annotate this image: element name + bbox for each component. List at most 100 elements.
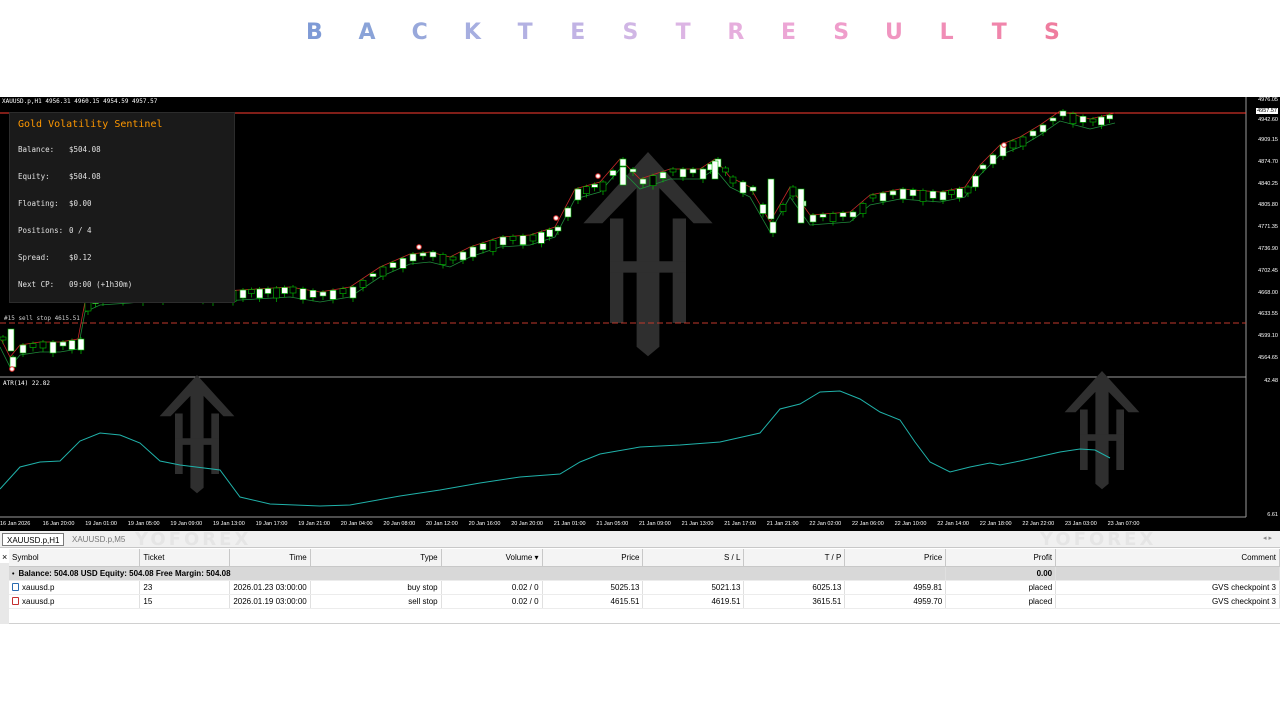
- candle-body: [789, 186, 797, 197]
- candle-body: [419, 252, 427, 257]
- panel-row-spread: Spread: $0.12: [18, 253, 92, 262]
- column-header-sl[interactable]: S / L: [642, 549, 745, 567]
- candle-body: [819, 213, 827, 218]
- candle-body: [339, 288, 347, 294]
- price-tick-label: 4840.25: [1258, 180, 1278, 187]
- candle-body: [767, 178, 775, 220]
- candle-body: [689, 168, 697, 174]
- candle-body: [264, 288, 272, 294]
- candle-body: [869, 194, 877, 199]
- candle-body: [1039, 124, 1047, 133]
- column-header-ticket[interactable]: Ticket: [139, 549, 231, 567]
- column-header-time[interactable]: Time: [229, 549, 311, 567]
- candle-body: [599, 181, 607, 192]
- time-tick-label: 23 Jan 03:00: [1065, 521, 1097, 527]
- candle-body: [939, 191, 947, 201]
- order-ticket: 15: [139, 594, 231, 609]
- candle-body: [309, 290, 317, 298]
- candle-body: [591, 184, 598, 188]
- column-header-price[interactable]: Price: [542, 549, 644, 567]
- time-tick-label: 21 Jan 17:00: [724, 521, 756, 527]
- panel-row-floating: Floating: $0.00: [18, 199, 92, 208]
- candle-body: [554, 226, 562, 232]
- column-header-current-price[interactable]: Price: [844, 549, 947, 567]
- banner-letter: C: [411, 20, 428, 45]
- panel-label: Balance:: [18, 145, 55, 154]
- tab-scroll-arrows-icon[interactable]: ◂ ▸: [1263, 534, 1272, 542]
- order-profit: placed: [945, 580, 1057, 595]
- banner-letter: E: [570, 20, 586, 45]
- column-header-symbol[interactable]: Symbol: [9, 549, 141, 567]
- time-tick-label: 20 Jan 04:00: [340, 521, 373, 527]
- panel-title: Gold Volatility Sentinel: [18, 119, 163, 130]
- time-tick-label: 21 Jan 13:00: [681, 521, 714, 527]
- panel-value: $0.00: [69, 199, 92, 208]
- candle-body: [829, 213, 837, 222]
- candle-body: [1029, 130, 1037, 137]
- candle-body: [1106, 114, 1113, 120]
- price-tick-label: 4909.15: [1258, 137, 1278, 143]
- order-symbol: xauusd.p: [9, 580, 141, 595]
- sentinel-info-panel: Gold Volatility Sentinel Balance: $504.08…: [9, 112, 235, 303]
- candle-body: [809, 214, 817, 223]
- trade-marker-icon: [1001, 142, 1007, 148]
- candle-body: [711, 160, 719, 180]
- banner-letter: R: [727, 20, 745, 45]
- column-header-profit[interactable]: Profit: [945, 549, 1057, 567]
- order-comment: GVS checkpoint 3: [1055, 580, 1280, 595]
- column-header-comment[interactable]: Comment: [1055, 549, 1280, 567]
- candle-body: [369, 273, 377, 277]
- banner-letter: U: [884, 20, 903, 45]
- candle-body: [729, 176, 737, 184]
- balance-row[interactable]: • Balance: 504.08 USD Equity: 504.08 Free…: [9, 566, 1280, 581]
- time-tick-label: 19 Jan 09:00: [170, 521, 203, 527]
- candle-body: [248, 289, 255, 294]
- banner-letter: S: [622, 20, 639, 45]
- candle-body: [1069, 113, 1077, 124]
- candle-body: [839, 212, 847, 218]
- panel-label: Floating:: [18, 199, 59, 208]
- atr-indicator-label: ATR(14) 22.82: [3, 380, 50, 387]
- candle-body: [449, 256, 457, 261]
- candle-body: [849, 211, 857, 218]
- candle-body: [1019, 136, 1027, 147]
- time-tick-label: 20 Jan 12:00: [426, 521, 458, 527]
- tab-xauusd-h1[interactable]: XAUUSD.p,H1: [2, 533, 65, 546]
- collapse-dot-icon[interactable]: •: [12, 571, 14, 578]
- candle-body: [529, 234, 537, 242]
- panel-label: Spread:: [18, 253, 50, 262]
- order-profit: placed: [945, 594, 1057, 609]
- candle-body: [629, 168, 637, 173]
- watermark-logo-icon: [159, 375, 235, 494]
- time-tick-label: 16 Jan 20:00: [42, 521, 75, 527]
- candle-body: [759, 204, 767, 214]
- candle-body: [956, 188, 963, 198]
- table-row[interactable]: xauusd.p 15 2026.01.19 03:00:00 sell sto…: [9, 594, 1280, 609]
- column-header-tp[interactable]: T / P: [743, 549, 846, 567]
- price-tick-label: 4736.90: [1258, 246, 1278, 252]
- panel-row-equity: Equity: $504.08: [18, 172, 101, 181]
- column-header-volume[interactable]: Volume ▾: [441, 549, 543, 567]
- candle-body: [574, 188, 582, 201]
- candle-body: [1079, 116, 1087, 123]
- candle-body: [909, 189, 917, 197]
- column-header-type[interactable]: Type: [310, 549, 442, 567]
- price-axis[interactable]: 4957.57 4976.05 4942.60 4909.15 4874.70 4840…: [1246, 97, 1280, 518]
- time-tick-label: 19 Jan 13:00: [213, 521, 245, 527]
- time-tick-label: 22 Jan 14:00: [937, 521, 969, 527]
- chart-window[interactable]: #15 sell stop 4615.51 XAUUSD.p,H1 4956.3…: [0, 97, 1280, 531]
- order-current-price: 4959.81: [844, 580, 947, 595]
- order-current-price: 4959.70: [844, 594, 947, 609]
- price-tick-label: 4874.70: [1258, 158, 1278, 165]
- candle-body: [499, 236, 507, 246]
- banner-letter: K: [463, 20, 481, 45]
- table-row[interactable]: xauusd.p 23 2026.01.23 03:00:00 buy stop…: [9, 580, 1280, 595]
- candle-body: [669, 168, 677, 173]
- candle-body: [77, 338, 85, 351]
- order-symbol-text: xauusd.p: [22, 596, 55, 606]
- order-tp: 3615.51: [743, 594, 846, 609]
- tab-xauusd-m5[interactable]: XAUUSD.p,M5: [68, 533, 129, 546]
- candle-body: [899, 188, 907, 200]
- trade-marker-icon: [595, 173, 601, 179]
- close-icon[interactable]: ×: [2, 552, 7, 562]
